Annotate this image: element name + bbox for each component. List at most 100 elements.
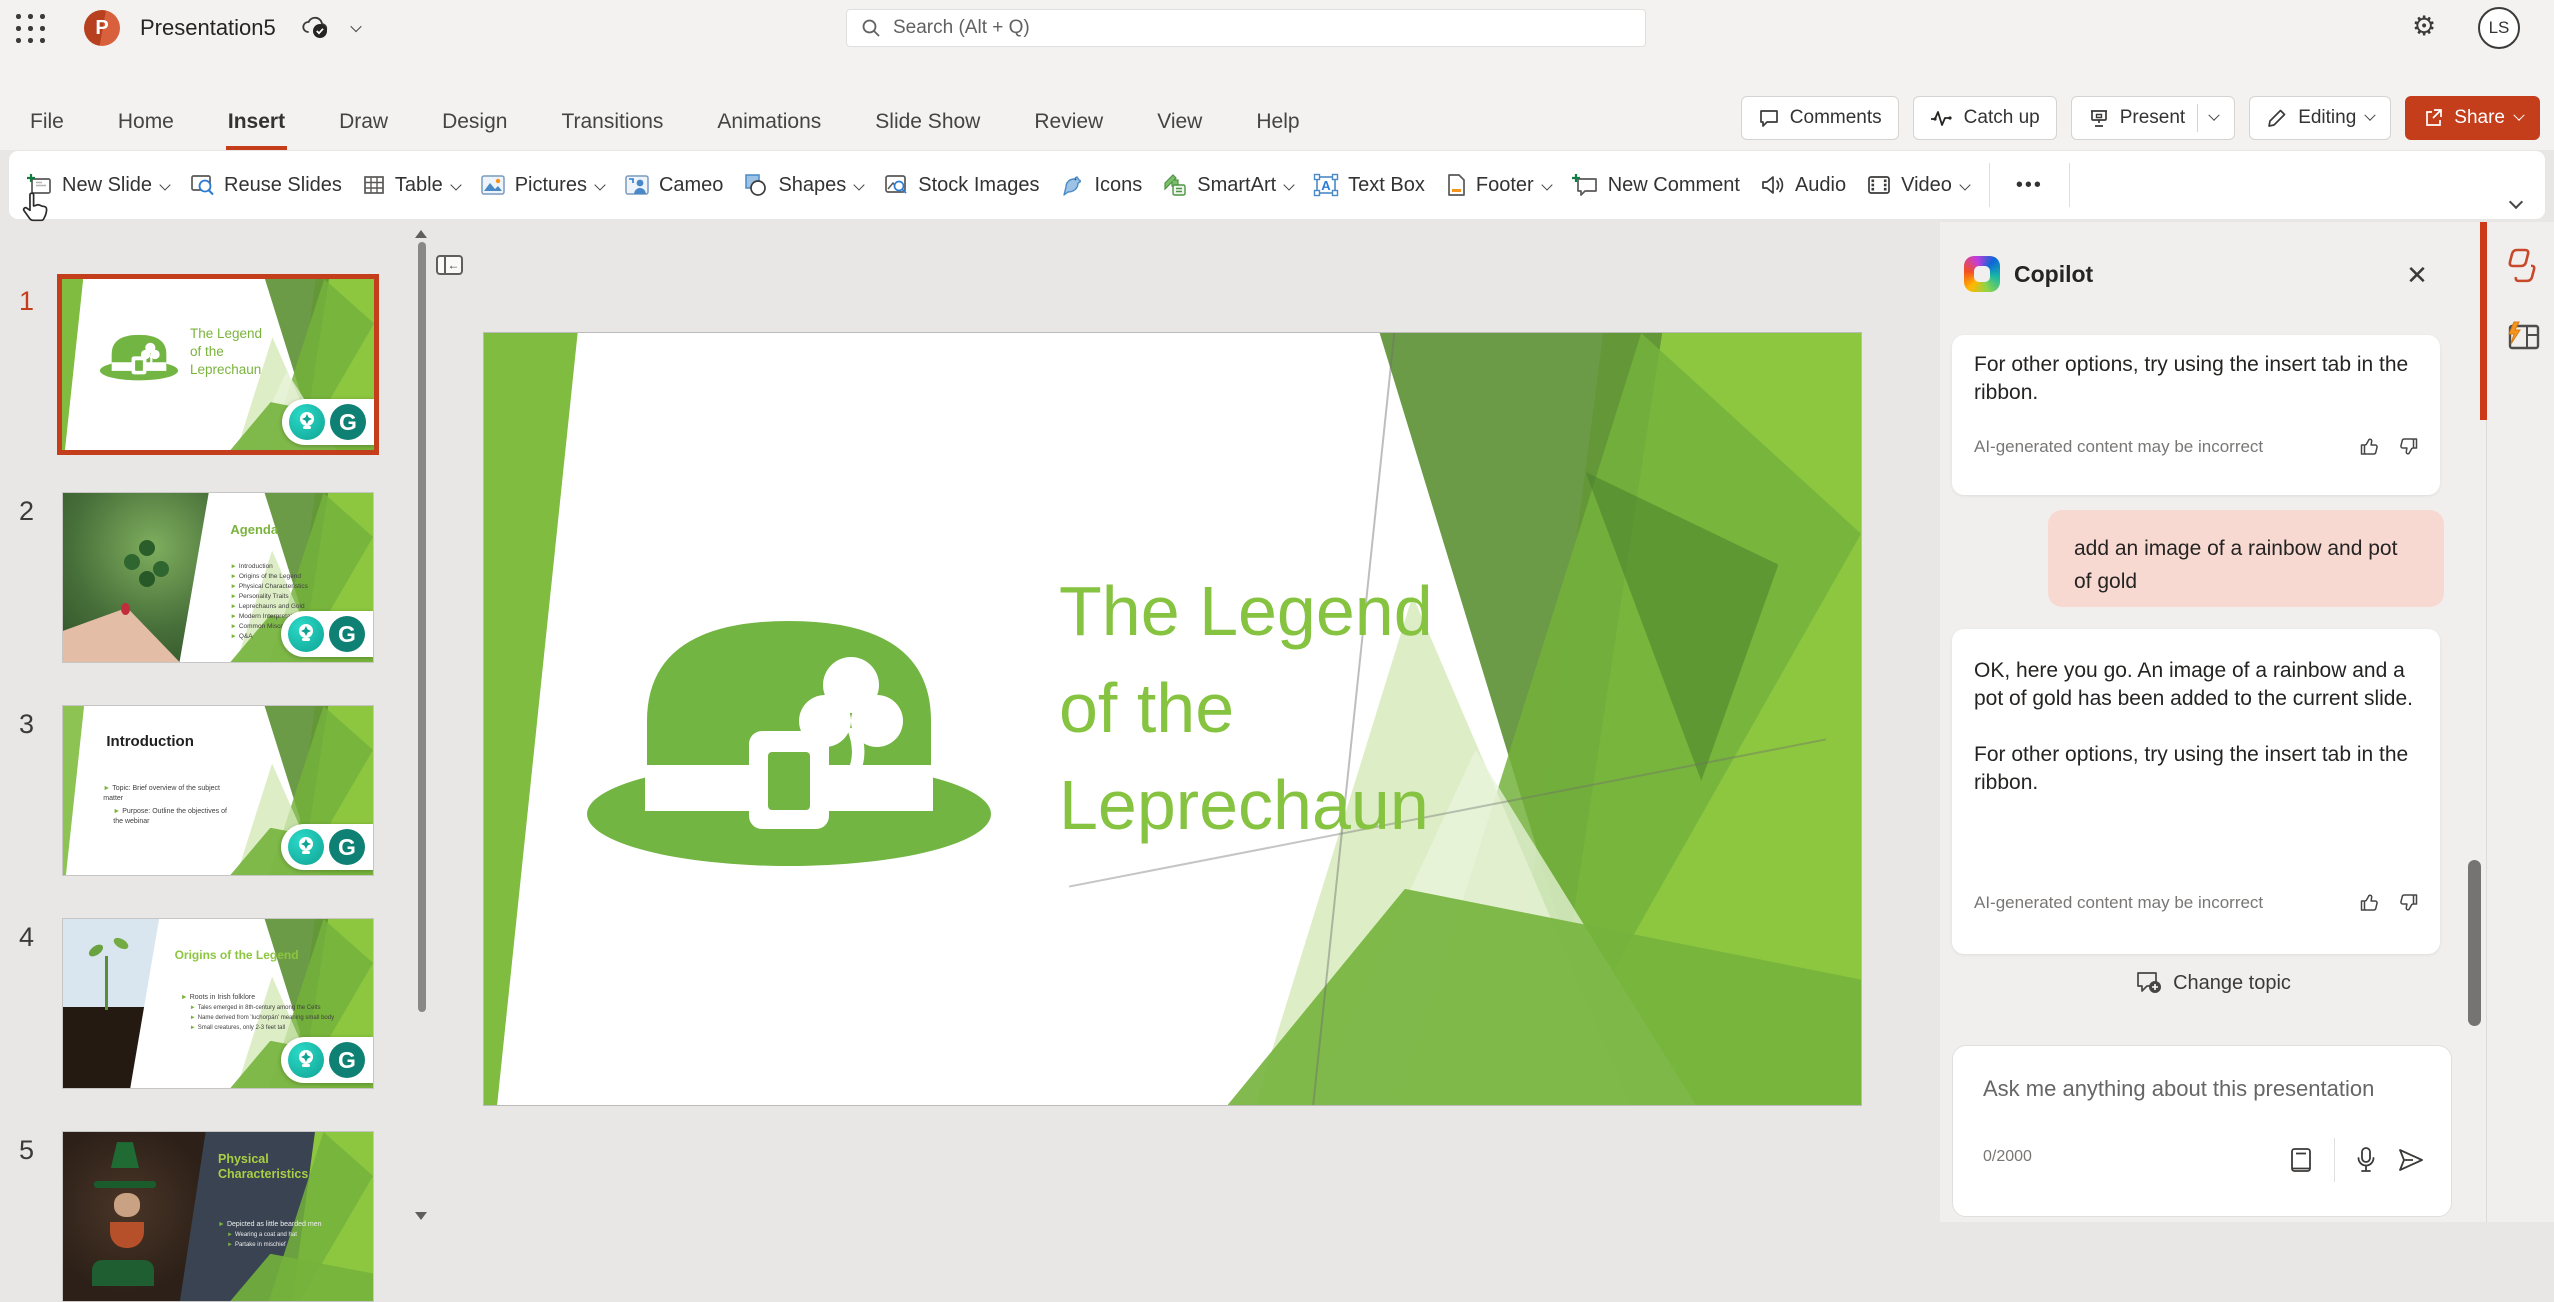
thumbs-up-icon[interactable] bbox=[2358, 435, 2381, 458]
send-icon[interactable] bbox=[2397, 1147, 2425, 1173]
grammarly-badge[interactable]: G bbox=[281, 611, 373, 657]
ribbon-overflow-button[interactable]: ••• bbox=[2010, 174, 2049, 197]
cloud-saved-icon[interactable] bbox=[300, 14, 330, 40]
tab-file[interactable]: File bbox=[28, 110, 66, 150]
slide-number[interactable]: 3 bbox=[0, 709, 34, 740]
slide-number[interactable]: 1 bbox=[0, 286, 34, 317]
user-message: add an image of a rainbow and pot of gol… bbox=[2048, 510, 2444, 607]
text-box-button[interactable]: A Text Box bbox=[1313, 173, 1425, 197]
reuse-slides-button[interactable]: Reuse Slides bbox=[189, 173, 342, 197]
present-button[interactable]: Present bbox=[2071, 96, 2235, 140]
video-button[interactable]: Video bbox=[1866, 173, 1969, 197]
thumbnails-scroll-down-icon[interactable] bbox=[415, 1212, 427, 1220]
smartart-button[interactable]: SmartArt bbox=[1162, 173, 1293, 197]
change-topic-icon bbox=[2135, 970, 2163, 996]
document-title[interactable]: Presentation5 bbox=[140, 15, 276, 41]
grammarly-badge[interactable]: G bbox=[281, 1037, 373, 1083]
pictures-button[interactable]: Pictures bbox=[480, 173, 604, 197]
thumbs-up-icon[interactable] bbox=[2358, 891, 2381, 914]
stock-images-button[interactable]: Stock Images bbox=[883, 173, 1039, 197]
video-chevron-icon[interactable] bbox=[1959, 179, 1970, 190]
powerpoint-logo-icon[interactable]: P bbox=[84, 10, 120, 46]
slide-thumbnail-3[interactable]: Introduction ►Topic: Brief overview of t… bbox=[62, 705, 374, 876]
copilot-input[interactable]: Ask me anything about this presentation … bbox=[1952, 1045, 2452, 1217]
slide-thumbnail-2[interactable]: Agenda ►Introduction ►Origins of the Leg… bbox=[62, 492, 374, 663]
catch-up-button[interactable]: Catch up bbox=[1913, 96, 2057, 140]
tab-slide-show[interactable]: Slide Show bbox=[873, 110, 982, 150]
editing-mode-button[interactable]: Editing bbox=[2249, 96, 2391, 140]
thumbnails-scrollbar[interactable] bbox=[418, 242, 426, 1012]
grammarly-suggestion-icon bbox=[288, 616, 324, 652]
leprechaun-hat-graphic[interactable] bbox=[579, 571, 999, 891]
copilot-message: For other options, try using the insert … bbox=[1952, 335, 2440, 495]
slide-thumbnail-5[interactable]: Physical Characteristics ►Depicted as li… bbox=[62, 1131, 374, 1302]
stock-images-icon bbox=[883, 173, 909, 197]
search-input[interactable]: Search (Alt + Q) bbox=[846, 9, 1646, 47]
title-bar: P Presentation5 Search (Alt + Q) ⚙ LS bbox=[0, 0, 2554, 56]
shapes-button[interactable]: Shapes bbox=[743, 173, 863, 197]
app-launcher-icon[interactable] bbox=[16, 14, 46, 44]
user-avatar[interactable]: LS bbox=[2478, 7, 2520, 49]
slide-number[interactable]: 4 bbox=[0, 922, 34, 953]
ai-disclaimer: AI-generated content may be incorrect bbox=[1974, 437, 2263, 457]
grammarly-suggestion-icon bbox=[289, 404, 325, 440]
thumbs-down-icon[interactable] bbox=[2397, 891, 2420, 914]
new-slide-chevron-icon[interactable] bbox=[159, 179, 170, 190]
grammarly-badge[interactable]: G bbox=[282, 399, 374, 445]
slide-title[interactable]: The Legend of the Leprechaun bbox=[1059, 563, 1433, 854]
thumbnails-scroll-up-icon[interactable] bbox=[415, 230, 427, 238]
tab-help[interactable]: Help bbox=[1254, 110, 1301, 150]
share-dropdown-chevron-icon[interactable] bbox=[2513, 110, 2524, 121]
slide-thumbnail-1[interactable]: The Legend of the Leprechaun G bbox=[57, 274, 379, 455]
designer-rail-icon[interactable] bbox=[2502, 320, 2542, 354]
slide-number[interactable]: 5 bbox=[0, 1135, 34, 1166]
tab-animations[interactable]: Animations bbox=[715, 110, 823, 150]
settings-gear-icon[interactable]: ⚙ bbox=[2412, 11, 2436, 42]
dictate-mic-icon[interactable] bbox=[2355, 1146, 2377, 1174]
new-comment-button[interactable]: New Comment bbox=[1571, 173, 1740, 197]
smartart-icon bbox=[1162, 173, 1188, 197]
footer-button[interactable]: Footer bbox=[1445, 173, 1551, 197]
tab-draw[interactable]: Draw bbox=[337, 110, 390, 150]
thumbs-down-icon[interactable] bbox=[2397, 435, 2420, 458]
pencil-icon bbox=[2266, 107, 2288, 129]
slide-canvas[interactable]: The Legend of the Leprechaun bbox=[483, 332, 1862, 1106]
comments-button[interactable]: Comments bbox=[1741, 96, 1899, 140]
copilot-scrollbar[interactable] bbox=[2468, 860, 2481, 1026]
copilot-pane-title: Copilot bbox=[2014, 261, 2093, 288]
tab-transitions[interactable]: Transitions bbox=[559, 110, 665, 150]
search-icon bbox=[861, 18, 881, 38]
tab-view[interactable]: View bbox=[1155, 110, 1204, 150]
pictures-chevron-icon[interactable] bbox=[594, 179, 605, 190]
slide-number[interactable]: 2 bbox=[0, 496, 34, 527]
cameo-button[interactable]: Cameo bbox=[624, 173, 723, 197]
collapse-ribbon-chevron-icon[interactable] bbox=[2511, 197, 2521, 207]
comment-icon bbox=[1758, 107, 1780, 129]
thumbnail-title: Origins of the Legend bbox=[175, 949, 299, 963]
footer-chevron-icon[interactable] bbox=[1541, 179, 1552, 190]
close-copilot-icon[interactable]: ✕ bbox=[2400, 258, 2434, 292]
smartart-chevron-icon[interactable] bbox=[1284, 179, 1295, 190]
shapes-chevron-icon[interactable] bbox=[854, 179, 865, 190]
grammarly-badge[interactable]: G bbox=[281, 824, 373, 870]
table-button[interactable]: Table bbox=[362, 173, 460, 197]
present-dropdown-chevron-icon[interactable] bbox=[2209, 110, 2220, 121]
tab-insert[interactable]: Insert bbox=[226, 110, 287, 150]
copilot-message-text: For other options, try using the insert … bbox=[1952, 713, 2440, 797]
title-dropdown-chevron-icon[interactable] bbox=[352, 24, 360, 32]
collapse-thumbnail-pane-button[interactable]: ← bbox=[436, 255, 463, 275]
slide-thumbnail-4[interactable]: Origins of the Legend ►Roots in Irish fo… bbox=[62, 918, 374, 1089]
share-button[interactable]: Share bbox=[2405, 96, 2540, 140]
prompt-library-icon[interactable] bbox=[2288, 1146, 2314, 1174]
shapes-icon bbox=[743, 173, 769, 197]
table-chevron-icon[interactable] bbox=[450, 179, 461, 190]
tab-review[interactable]: Review bbox=[1032, 110, 1105, 150]
tab-home[interactable]: Home bbox=[116, 110, 176, 150]
change-topic-button[interactable]: Change topic bbox=[2125, 964, 2301, 1002]
copilot-rail-icon[interactable] bbox=[2502, 248, 2542, 284]
new-slide-button[interactable]: New Slide bbox=[27, 173, 169, 197]
tab-design[interactable]: Design bbox=[440, 110, 509, 150]
icons-button[interactable]: Icons bbox=[1059, 173, 1142, 197]
audio-button[interactable]: Audio bbox=[1760, 173, 1846, 197]
editing-dropdown-chevron-icon[interactable] bbox=[2365, 110, 2376, 121]
